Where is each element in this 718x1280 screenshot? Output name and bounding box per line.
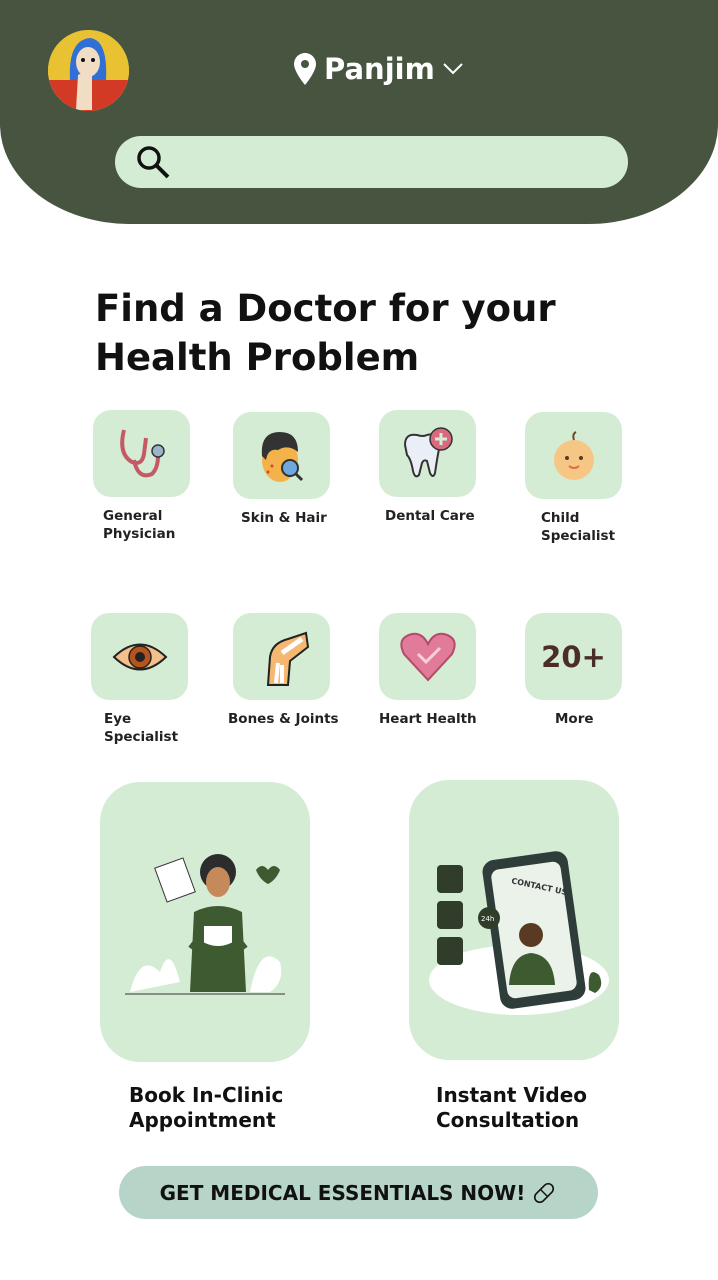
more-count: 20+ (541, 639, 606, 674)
category-skin-hair[interactable]: Skin & Hair (233, 412, 343, 527)
category-more[interactable]: 20+ More (525, 613, 635, 728)
avatar-illustration-icon (48, 30, 129, 111)
category-bones-joints[interactable]: Bones & Joints (228, 613, 343, 728)
category-label: Dental Care (385, 508, 475, 524)
instant-video-card[interactable]: CONTACT US 24h (409, 780, 619, 1060)
card-label-line: Book In-Clinic (129, 1083, 284, 1107)
card-label-line: Consultation (436, 1108, 580, 1132)
video-call-illustration-icon: CONTACT US 24h (429, 851, 609, 1015)
heart-icon (399, 632, 456, 681)
tooth-icon (403, 426, 453, 477)
instant-video-label: Instant Video Consultation (436, 1083, 587, 1133)
category-label: Bones & Joints (228, 711, 339, 727)
title-line-2: Health Problem (95, 336, 420, 379)
eye-icon (112, 643, 167, 670)
category-label: Eye Specialist (104, 711, 179, 745)
category-child-specialist[interactable]: Child Specialist (525, 412, 635, 545)
category-label: More (555, 711, 594, 727)
doctor-illustration-icon (125, 854, 285, 995)
search-input[interactable] (115, 136, 628, 188)
avatar[interactable] (48, 30, 129, 111)
pill-icon (534, 1182, 555, 1203)
category-label: Heart Health (379, 711, 477, 727)
location-pin-icon (294, 53, 316, 85)
location-name: Panjim (324, 52, 435, 86)
skin-icon (261, 431, 303, 482)
get-medical-essentials-button[interactable]: GET MEDICAL ESSENTIALS NOW! (119, 1166, 598, 1219)
category-label: General Physician (103, 508, 176, 542)
stethoscope-icon (119, 429, 165, 477)
search-icon (137, 146, 170, 179)
card-label-line: Instant Video (436, 1083, 588, 1107)
baby-icon (553, 430, 594, 480)
category-heart-health[interactable]: Heart Health (379, 613, 489, 728)
knee-joint-icon (266, 631, 309, 686)
category-dental-care[interactable]: Dental Care (379, 410, 489, 525)
title-line-1: Find a Doctor for your (95, 287, 556, 330)
chevron-down-icon (443, 63, 463, 75)
category-label: Child Specialist (541, 510, 616, 544)
header: Panjim (0, 0, 718, 224)
book-in-clinic-label: Book In-Clinic Appointment (129, 1083, 283, 1133)
24h-badge: 24h (481, 915, 494, 923)
category-eye-specialist[interactable]: Eye Specialist (91, 613, 201, 746)
cta-label: GET MEDICAL ESSENTIALS NOW! (159, 1180, 526, 1205)
location-selector[interactable]: Panjim (294, 52, 463, 86)
category-general-physician[interactable]: General Physician (93, 410, 203, 543)
card-label-line: Appointment (129, 1108, 276, 1132)
page-title: Find a Doctor for your Health Problem (95, 284, 556, 382)
book-in-clinic-card[interactable] (100, 782, 310, 1062)
category-label: Skin & Hair (241, 510, 327, 526)
